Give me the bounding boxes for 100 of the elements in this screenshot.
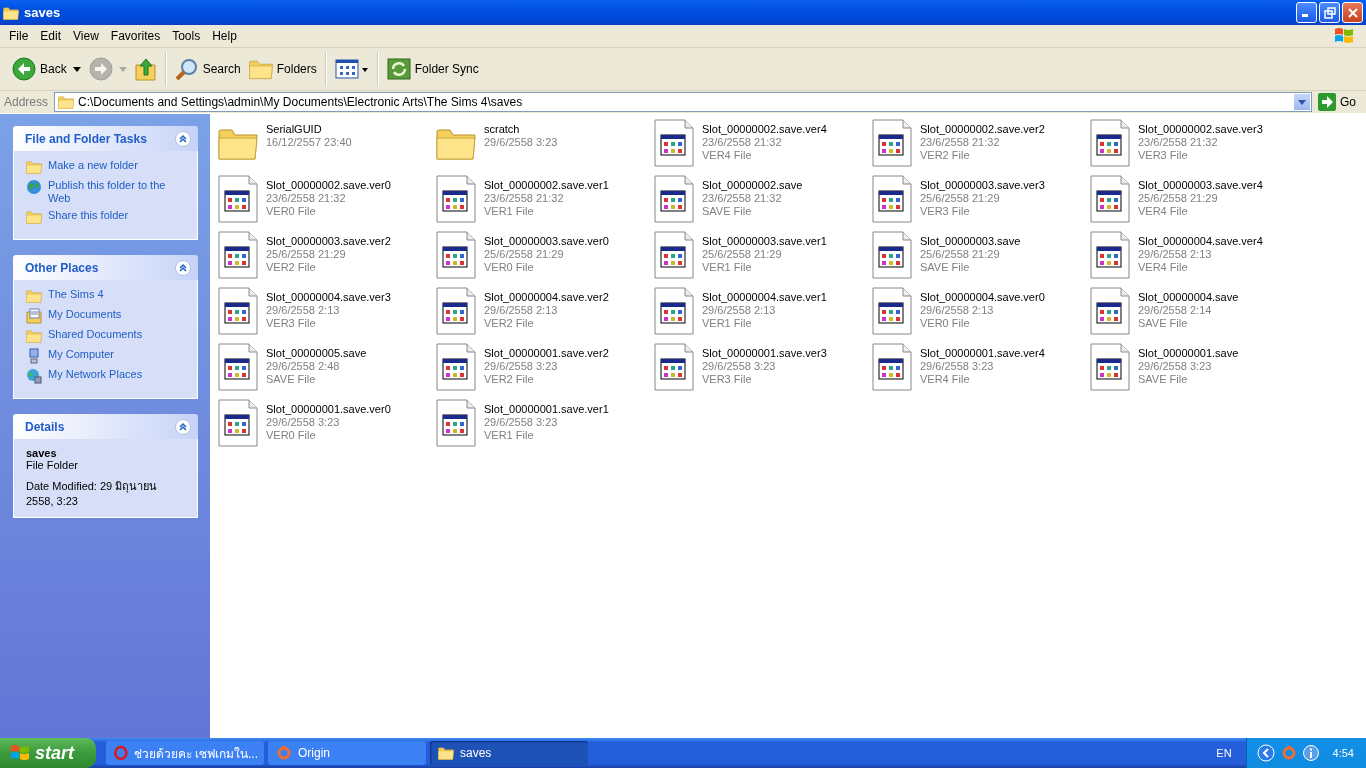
new-folder-icon	[26, 159, 42, 175]
document-icon	[436, 231, 476, 279]
file-name[interactable]: Slot_00000002.save.ver2	[920, 123, 1045, 136]
file-name[interactable]: Slot_00000005.save	[266, 347, 367, 360]
go-button[interactable]: Go	[1316, 93, 1362, 111]
file-type: VER4 File	[1138, 205, 1189, 218]
task-link[interactable]: The Sims 4	[48, 288, 104, 301]
file-type: VER3 File	[266, 317, 317, 330]
menu-item[interactable]: View	[67, 29, 105, 43]
maximize-button[interactable]	[1319, 2, 1340, 23]
back-button[interactable]: Back	[8, 52, 71, 86]
file-date: 29/6/2558 2:48	[266, 360, 341, 373]
file-name[interactable]: scratch	[484, 123, 558, 136]
file-name[interactable]: Slot_00000002.save	[702, 179, 803, 192]
document-icon	[436, 175, 476, 223]
document-icon	[218, 231, 258, 279]
task-link[interactable]: My Network Places	[48, 368, 143, 381]
file-type: SAVE File	[1138, 373, 1189, 386]
dropdown-arrow-icon[interactable]	[72, 66, 81, 72]
minimize-icon	[1302, 14, 1308, 17]
file-date: 25/6/2558 21:29	[920, 248, 1001, 261]
folder-icon	[26, 328, 42, 344]
file-name[interactable]: Slot_00000002.save.ver4	[702, 123, 827, 136]
menu-item[interactable]: File	[3, 29, 35, 43]
file-type: VER0 File	[920, 317, 971, 330]
file-name[interactable]: Slot_00000003.save.ver2	[266, 235, 391, 248]
file-name[interactable]: Slot_00000003.save.ver0	[484, 235, 609, 248]
folders-button[interactable]: Folders	[244, 52, 321, 86]
collapse-chevron-icon[interactable]	[175, 418, 191, 435]
file-name[interactable]: Slot_00000003.save.ver4	[1138, 179, 1263, 192]
file-date: 29/6/2558 2:13	[1138, 248, 1213, 261]
file-name[interactable]: Slot_00000004.save.ver1	[702, 291, 827, 304]
file-date: 29/6/2558 3:23	[484, 416, 559, 429]
document-icon	[872, 119, 912, 167]
sync-button[interactable]: Folder Sync	[382, 52, 483, 86]
file-date: 23/6/2558 21:32	[484, 192, 565, 205]
file-name[interactable]: Slot_00000001.save.ver1	[484, 403, 609, 416]
file-name[interactable]: Slot_00000001.save	[1138, 347, 1239, 360]
task-link[interactable]: My Computer	[48, 348, 115, 361]
document-icon	[218, 343, 258, 391]
task-link[interactable]: Shared Documents	[48, 328, 143, 341]
menu-item[interactable]: Help	[206, 29, 243, 43]
chevron-left-icon[interactable]	[1256, 744, 1275, 762]
taskbar-button[interactable]: Origin	[268, 741, 426, 765]
task-link[interactable]: My Documents	[48, 308, 122, 321]
file-name[interactable]: Slot_00000004.save.ver4	[1138, 235, 1263, 248]
clock: 4:54	[1332, 747, 1354, 759]
file-type: SAVE File	[920, 261, 971, 274]
document-icon	[872, 231, 912, 279]
menu-item[interactable]: Tools	[166, 29, 207, 43]
documents-icon	[26, 308, 42, 324]
file-name[interactable]: Slot_00000001.save.ver4	[920, 347, 1045, 360]
minimize-button[interactable]	[1296, 2, 1317, 23]
info-icon[interactable]	[1302, 745, 1319, 761]
search-button[interactable]: Search	[170, 52, 245, 86]
folders-icon	[248, 58, 273, 80]
menu-item[interactable]: Edit	[34, 29, 68, 43]
address-field[interactable]: C:\Documents and Settings\admin\My Documents\Electronic Arts\The Sims 4\saves	[54, 92, 1312, 112]
collapse-chevron-icon[interactable]	[175, 130, 191, 147]
document-icon	[654, 343, 694, 391]
file-name[interactable]: Slot_00000001.save.ver0	[266, 403, 391, 416]
close-button[interactable]	[1342, 2, 1363, 23]
file-name[interactable]: Slot_00000003.save.ver3	[920, 179, 1045, 192]
task-link[interactable]: Make a new folder	[48, 159, 138, 172]
file-type: VER1 File	[484, 205, 535, 218]
menu-item[interactable]: Favorites	[104, 29, 167, 43]
document-icon	[218, 287, 258, 335]
document-icon	[1090, 287, 1130, 335]
task-link[interactable]: Publish this folder to the Web	[48, 179, 187, 205]
file-name[interactable]: Slot_00000002.save.ver1	[484, 179, 609, 192]
file-name[interactable]: Slot_00000003.save	[920, 235, 1021, 248]
file-date: 25/6/2558 21:29	[702, 248, 783, 261]
taskbar-button[interactable]: ช่วยด้วยคะ เซฟเกมใน...	[106, 741, 264, 765]
language-indicator[interactable]: EN	[1216, 747, 1232, 759]
file-name[interactable]: Slot_00000004.save.ver2	[484, 291, 609, 304]
document-icon	[436, 343, 476, 391]
document-icon	[654, 231, 694, 279]
file-date: 25/6/2558 21:29	[920, 192, 1001, 205]
file-date: 29/6/2558 3:23	[702, 360, 777, 373]
task-link[interactable]: Share this folder	[48, 209, 129, 222]
file-date: 29/6/2558 2:13	[702, 304, 777, 317]
file-name[interactable]: Slot_00000004.save.ver0	[920, 291, 1045, 304]
ring-icon	[276, 745, 292, 761]
file-name[interactable]: Slot_00000003.save.ver1	[702, 235, 827, 248]
start-button[interactable]: start	[0, 738, 96, 768]
file-name[interactable]: Slot_00000001.save.ver2	[484, 347, 609, 360]
file-date: 23/6/2558 21:32	[702, 136, 783, 149]
collapse-chevron-icon[interactable]	[175, 259, 191, 276]
item-name: saves	[26, 447, 58, 459]
network-icon	[26, 368, 42, 384]
file-name[interactable]: Slot_00000002.save.ver0	[266, 179, 391, 192]
file-name[interactable]: Slot_00000004.save.ver3	[266, 291, 391, 304]
taskbar-button[interactable]: saves	[430, 741, 588, 765]
file-type: VER2 File	[484, 317, 535, 330]
document-icon	[218, 175, 258, 223]
file-name[interactable]: Slot_00000001.save.ver3	[702, 347, 827, 360]
file-name[interactable]: SerialGUID	[266, 123, 352, 136]
file-name[interactable]: Slot_00000004.save	[1138, 291, 1239, 304]
file-type: VER2 File	[484, 373, 535, 386]
file-name[interactable]: Slot_00000002.save.ver3	[1138, 123, 1263, 136]
